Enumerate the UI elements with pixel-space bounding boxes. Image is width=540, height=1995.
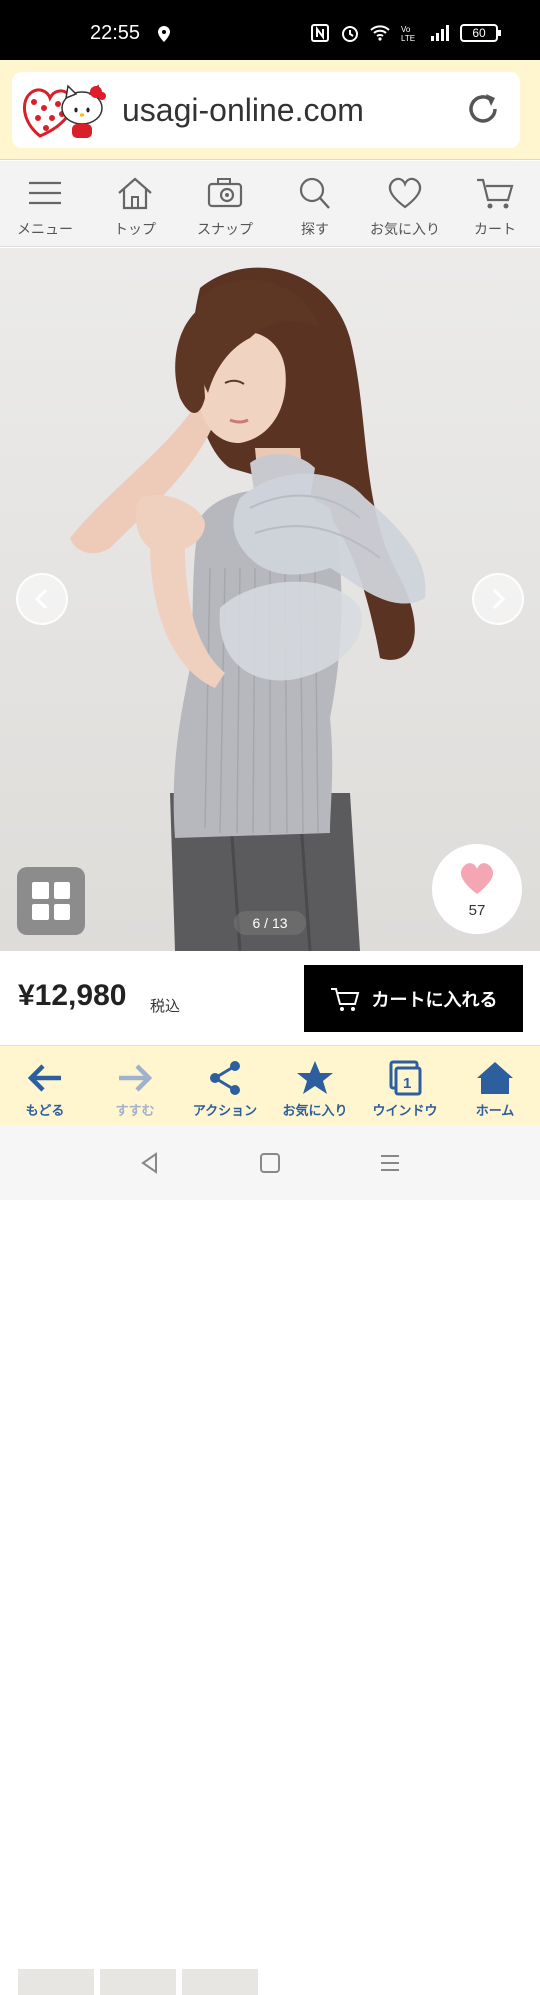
nav-label: トップ: [114, 222, 156, 238]
cart-icon: [477, 178, 514, 209]
carousel-prev-button[interactable]: [16, 573, 68, 625]
action-button[interactable]: アクション: [180, 1046, 270, 1125]
tax-label: 税込: [150, 997, 181, 1015]
nav-label: 探す: [301, 222, 329, 238]
nav-label: スナップ: [197, 222, 253, 238]
chevron-right-icon: [492, 588, 506, 610]
grid-cell: [53, 903, 70, 920]
price-bar: ¥12,980 税込 カートに入れる: [0, 951, 540, 1995]
add-to-cart-label: カートに入れる: [371, 989, 498, 1011]
favorite-button[interactable]: 57: [431, 843, 523, 935]
home-icon: [477, 1062, 513, 1094]
svg-text:Vo: Vo: [401, 25, 411, 34]
status-time: 22:55: [90, 22, 141, 44]
window-icon: 1: [389, 1060, 422, 1096]
status-bar: 22:55 Vo LTE 60: [0, 0, 540, 60]
window-button[interactable]: 1 ウインドウ: [360, 1046, 450, 1125]
forward-button[interactable]: すすむ: [90, 1046, 180, 1125]
heart-icon: [460, 863, 494, 894]
nav-label: メニュー: [17, 222, 73, 238]
hello-kitty-logo: [23, 84, 106, 138]
url-field[interactable]: usagi-online.com: [12, 72, 520, 148]
home-icon: [118, 177, 152, 210]
recent-apps-icon[interactable]: [378, 1151, 402, 1175]
star-icon: [297, 1061, 333, 1094]
browser-toolbar: もどる すすむ アクション お気に入り 1 ウインドウ ホーム: [0, 1045, 540, 1125]
svg-text:LTE: LTE: [401, 34, 415, 42]
cart-icon: [330, 987, 359, 1011]
nav-top[interactable]: トップ: [90, 161, 180, 246]
heart-icon: [388, 177, 422, 209]
favorite-count: 57: [468, 902, 486, 919]
toolbar-label: ウインドウ: [372, 1104, 438, 1119]
nav-snap[interactable]: スナップ: [180, 161, 270, 246]
thumbnail[interactable]: [182, 1969, 258, 1995]
nav-label: カート: [474, 222, 516, 238]
chevron-left-icon: [34, 588, 48, 610]
url-text: usagi-online.com: [122, 92, 364, 128]
bookmark-button[interactable]: お気に入り: [270, 1046, 360, 1125]
thumbnail[interactable]: [18, 1969, 94, 1995]
home-button[interactable]: ホーム: [450, 1046, 540, 1125]
toolbar-label: ホーム: [475, 1104, 515, 1119]
battery-icon: 60: [460, 24, 501, 42]
thumbnail[interactable]: [100, 1969, 176, 1995]
grid-cell: [32, 903, 49, 920]
site-nav: メニュー トップ スナップ 探す お気に入り カート: [0, 161, 540, 247]
toolbar-label: もどる: [25, 1104, 65, 1119]
wifi-icon: [370, 25, 390, 41]
nav-cart[interactable]: カート: [450, 161, 540, 246]
product-price: ¥12,980: [18, 979, 127, 1012]
svg-text:1: 1: [403, 1075, 411, 1092]
back-triangle-icon[interactable]: [138, 1151, 162, 1175]
alarm-icon: [342, 26, 358, 42]
signal-icon: [431, 25, 449, 41]
nfc-icon: [311, 24, 329, 42]
toolbar-label: アクション: [192, 1104, 258, 1119]
toolbar-label: お気に入り: [282, 1104, 348, 1119]
arrow-left-icon: [27, 1064, 61, 1092]
browser-url-bar: usagi-online.com: [0, 60, 540, 160]
reload-icon[interactable]: [464, 90, 502, 128]
back-button[interactable]: もどる: [0, 1046, 90, 1125]
home-square-icon[interactable]: [258, 1151, 282, 1175]
carousel-next-button[interactable]: [472, 573, 524, 625]
hamburger-icon: [29, 181, 61, 205]
search-icon: [299, 177, 330, 209]
thumbnail-strip: [0, 1969, 300, 1995]
toolbar-label: すすむ: [115, 1104, 155, 1119]
arrow-right-icon: [119, 1064, 153, 1092]
grid-cell: [32, 882, 49, 899]
grid-view-icon[interactable]: [17, 867, 85, 935]
nav-favorites[interactable]: お気に入り: [360, 161, 450, 246]
system-nav-bar: [0, 1125, 540, 1200]
location-icon: [158, 26, 170, 42]
nav-menu[interactable]: メニュー: [0, 161, 90, 246]
share-icon: [210, 1061, 240, 1095]
image-counter: 6 / 13: [234, 911, 306, 935]
add-to-cart-button[interactable]: カートに入れる: [304, 965, 523, 1032]
nav-search[interactable]: 探す: [270, 161, 360, 246]
nav-label: お気に入り: [370, 222, 440, 238]
product-image-carousel[interactable]: 6 / 13 57: [0, 248, 540, 951]
grid-cell: [53, 882, 70, 899]
camera-icon: [207, 178, 243, 208]
volte-icon: VoLTE: [401, 25, 415, 42]
